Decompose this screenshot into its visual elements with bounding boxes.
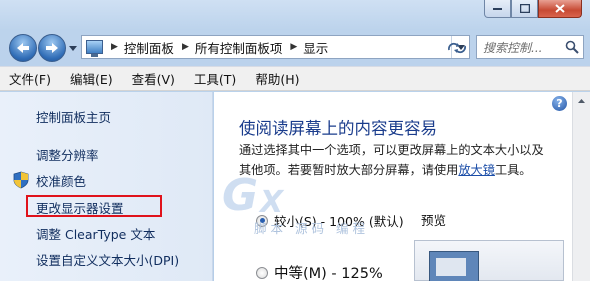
back-button[interactable] [9,34,37,62]
menu-view[interactable]: 查看(V) [132,69,175,88]
refresh-icon[interactable] [446,41,468,55]
minimize-icon [492,7,502,10]
sidebar-item-calibrate-color[interactable]: 校准颜色 [36,171,86,190]
address-bar[interactable]: ▶ 控制面板 ▶ 所有控制面板项 ▶ 显示 [81,35,470,59]
watermark-text: 脚本 源码 编程 [254,221,369,236]
maximize-icon [519,4,530,13]
preview-window-graphic [429,251,479,281]
magnifier-link[interactable]: 放大镜 [458,163,495,177]
chevron-right-icon[interactable]: ▶ [182,42,189,52]
search-input[interactable]: 搜索控制... [483,39,542,56]
close-icon [555,4,565,13]
menu-file[interactable]: 文件(F) [9,69,51,88]
menu-help[interactable]: 帮助(H) [255,69,299,88]
option-medium[interactable]: 中等(M) - 125% [256,262,383,281]
menu-tools[interactable]: 工具(T) [194,69,236,88]
preview-label: 预览 [421,213,447,228]
chevron-up-icon [578,98,585,103]
caption-buttons [484,0,582,18]
left-task-pane: 控制面板主页 调整分辨率 校准颜色 更改显示器设置 调整 ClearType 文… [0,92,213,281]
recent-pages-dropdown[interactable] [68,45,78,53]
chevron-right-icon[interactable]: ▶ [290,42,297,52]
search-box[interactable]: 搜索控制... [476,35,584,59]
menu-edit[interactable]: 编辑(E) [70,69,113,88]
description-text-end: 工具。 [494,163,532,177]
option-medium-label: 中等(M) - 125% [274,266,383,281]
uac-shield-icon [13,171,29,189]
minimize-button[interactable] [484,0,511,18]
forward-button[interactable] [38,34,66,62]
scroll-up-button[interactable] [573,92,590,109]
maximize-button[interactable] [511,0,538,18]
watermark-logo-icon: G X [222,170,285,221]
chevron-right-icon[interactable]: ▶ [111,42,118,52]
menu-bar: 文件(F) 编辑(E) 查看(V) 工具(T) 帮助(H) [0,66,590,91]
svg-text:G: G [222,170,258,221]
breadcrumb-display[interactable]: 显示 [303,38,328,57]
arrow-right-icon [46,43,58,53]
navigation-bar: ▶ 控制面板 ▶ 所有控制面板项 ▶ 显示 搜索控制... [0,28,590,66]
breadcrumb-all-items[interactable]: 所有控制面板项 [195,38,283,57]
radio-medium[interactable] [256,266,268,279]
description-line-1: 通过选择其中一个选项，可以更改屏幕上的文本大小以及 [239,143,544,157]
svg-text:X: X [258,185,285,220]
page-title: 使阅读屏幕上的内容更容易 [239,119,437,138]
help-icon[interactable]: ? [552,96,567,111]
sidebar-item-custom-dpi[interactable]: 设置自定义文本大小(DPI) [36,250,179,269]
vertical-scrollbar[interactable] [572,92,590,281]
close-button[interactable] [538,0,582,18]
arrow-left-icon [17,43,29,53]
preview-image [414,240,564,281]
sidebar-item-change-display-settings[interactable]: 更改显示器设置 [36,198,124,217]
breadcrumb-control-panel[interactable]: 控制面板 [124,38,174,57]
sidebar-item-home[interactable]: 控制面板主页 [36,107,111,126]
sidebar-item-resolution[interactable]: 调整分辨率 [36,145,99,164]
sidebar-item-cleartype[interactable]: 调整 ClearType 文本 [36,224,155,243]
search-icon[interactable] [565,40,579,54]
control-panel-icon [86,40,103,57]
